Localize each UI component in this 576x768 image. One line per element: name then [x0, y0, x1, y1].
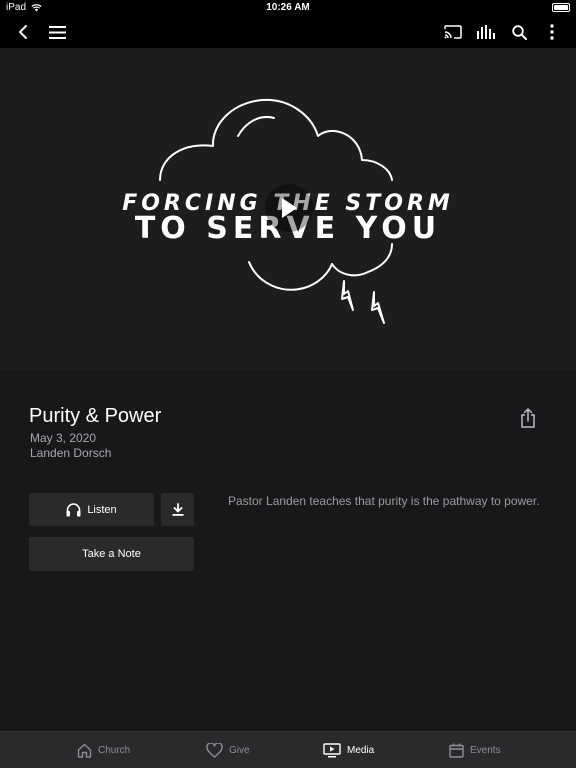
- tab-label: Give: [229, 745, 250, 756]
- more-button[interactable]: [537, 16, 567, 48]
- back-button[interactable]: [8, 16, 38, 48]
- status-bar: iPad 10:26 AM: [0, 0, 576, 16]
- equalizer-icon: [477, 25, 495, 39]
- sermon-speaker: Landen Dorsch: [30, 446, 112, 460]
- nav-bar: [0, 16, 576, 48]
- hamburger-icon: [48, 25, 66, 39]
- sermon-date: May 3, 2020: [30, 431, 97, 445]
- tab-media[interactable]: Media: [323, 732, 374, 768]
- sermon-title: Purity & Power: [29, 405, 162, 427]
- tab-events[interactable]: Events: [449, 732, 501, 768]
- media-icon: [323, 743, 341, 758]
- cast-icon: [444, 25, 462, 39]
- share-button[interactable]: [515, 405, 541, 431]
- cast-button[interactable]: [438, 16, 468, 48]
- audio-levels-button[interactable]: [471, 16, 501, 48]
- tab-label: Events: [470, 745, 501, 756]
- tab-church[interactable]: Church: [77, 732, 130, 768]
- play-icon: [282, 198, 297, 218]
- tab-label: Media: [347, 745, 375, 756]
- search-icon: [511, 24, 527, 40]
- take-note-button[interactable]: Take a Note: [29, 537, 194, 571]
- sermon-description: Pastor Landen teaches that purity is the…: [228, 494, 540, 508]
- menu-button[interactable]: [42, 16, 72, 48]
- tab-bar: Church Give Media Events: [0, 731, 576, 768]
- tab-give[interactable]: Give: [206, 732, 250, 768]
- tab-label: Church: [98, 745, 131, 756]
- download-icon: [172, 503, 183, 516]
- take-note-label: Take a Note: [82, 548, 141, 560]
- heart-icon: [206, 743, 223, 758]
- play-button[interactable]: [265, 184, 313, 232]
- status-time: 10:26 AM: [266, 2, 310, 13]
- home-icon: [77, 743, 92, 758]
- search-button[interactable]: [504, 16, 534, 48]
- battery-icon: [552, 3, 570, 12]
- listen-button[interactable]: Listen: [29, 493, 154, 526]
- calendar-icon: [449, 743, 464, 758]
- more-vertical-icon: [550, 24, 554, 40]
- share-icon: [521, 408, 535, 428]
- chevron-left-icon: [19, 25, 27, 39]
- download-button[interactable]: [161, 493, 194, 526]
- sermon-artwork: FORCING THE STORM TO SERVE YOU: [0, 48, 576, 370]
- headphones-icon: [66, 502, 81, 516]
- listen-label: Listen: [87, 503, 117, 516]
